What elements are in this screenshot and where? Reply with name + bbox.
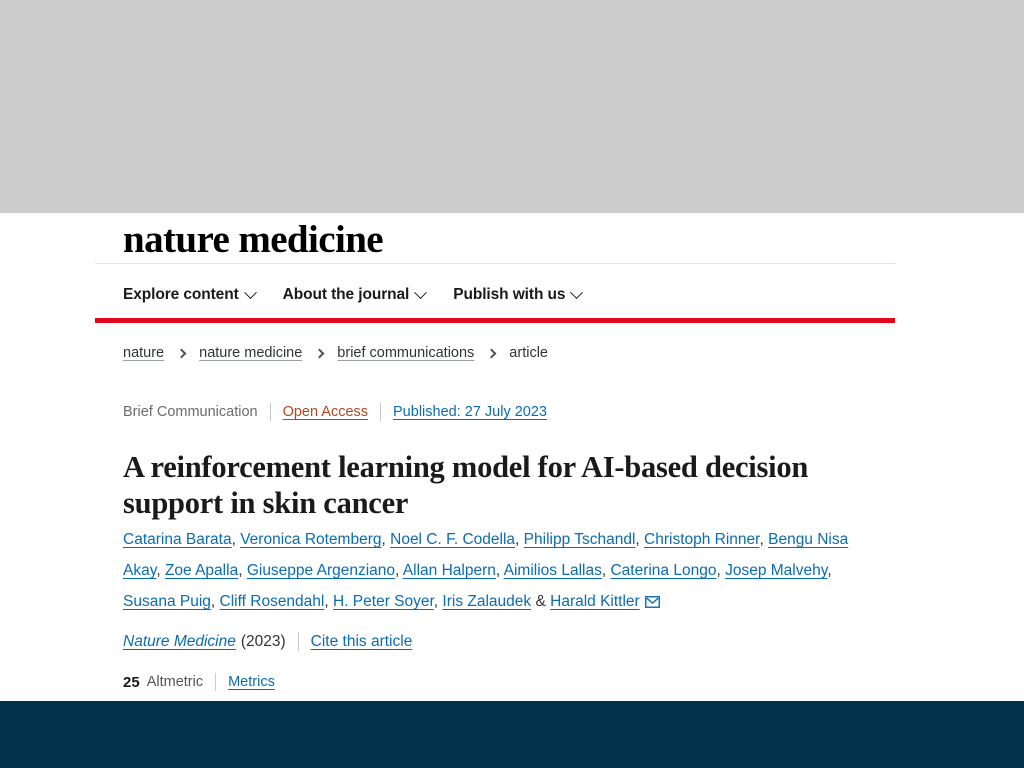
nav-item-label: Publish with us [453,286,566,303]
author-link[interactable]: Susana Puig [123,593,211,610]
author-link[interactable]: Giuseppe Argenziano [247,562,395,579]
meta-divider [269,403,271,421]
author-link[interactable]: Christoph Rinner [644,531,759,548]
author-link[interactable]: Iris Zalaudek [442,593,531,610]
author-link-corresponding[interactable]: Harald Kittler [550,593,640,610]
nav-item-label: About the journal [282,286,410,303]
breadcrumb-item-article: article [509,345,548,361]
cite-this-article-link[interactable]: Cite this article [311,633,413,651]
chevron-right-icon [176,348,187,358]
nav-item-publish-with-us[interactable]: Publish with us [453,285,584,304]
author-link[interactable]: Veronica Rotemberg [240,531,381,548]
altmetric-count: 25 [123,673,140,691]
chevron-down-icon [414,285,428,299]
page-footer-band [0,701,1024,768]
brand-accent-bar [95,318,895,323]
citation-row: Nature Medicine (2023) Cite this article [123,632,412,651]
chevron-down-icon [570,285,584,299]
article-page: nature medicine Explore content About th… [0,213,1024,701]
primary-navigation: Explore content About the journal Publis… [123,281,584,309]
author-link[interactable]: Aimilios Lallas [504,562,602,579]
citation-divider [297,632,299,651]
page-title: A reinforcement learning model for AI-ba… [123,450,809,521]
breadcrumb-item-nature[interactable]: nature [123,345,164,361]
masthead-divider [95,263,895,264]
author-link[interactable]: Josep Malvehy [725,562,827,579]
metrics-row: 25 Altmetric Metrics [123,673,275,691]
author-link[interactable]: Zoe Apalla [165,562,238,579]
chevron-down-icon [243,285,257,299]
chevron-right-icon [486,348,497,358]
author-link[interactable]: Allan Halpern [403,562,496,579]
browser-chrome-area [0,0,1024,213]
author-link[interactable]: Noel C. F. Codella [390,531,515,548]
breadcrumb: nature nature medicine brief communicati… [123,345,548,361]
altmetric-label: Altmetric [146,674,204,690]
metrics-link[interactable]: Metrics [228,674,275,690]
article-type-label: Brief Communication [123,404,258,420]
journal-logo[interactable]: nature medicine [123,218,895,262]
author-link[interactable]: Philipp Tschandl [524,531,636,548]
author-link[interactable]: Cliff Rosendahl [220,593,325,610]
published-date-link[interactable]: Published: 27 July 2023 [393,404,547,420]
meta-divider [380,403,382,421]
breadcrumb-item-nature-medicine[interactable]: nature medicine [199,345,302,361]
nav-item-explore-content[interactable]: Explore content [123,285,257,304]
citation-year: (2023) [240,632,286,650]
open-access-link[interactable]: Open Access [283,404,368,420]
nav-item-label: Explore content [123,286,239,303]
author-link[interactable]: Caterina Longo [610,562,716,579]
breadcrumb-item-brief-communications[interactable]: brief communications [337,345,474,361]
chevron-right-icon [314,348,325,358]
author-link[interactable]: H. Peter Soyer [333,593,434,610]
author-link[interactable]: Catarina Barata [123,531,232,548]
nav-item-about-the-journal[interactable]: About the journal [282,285,428,304]
authors-ampersand: & [535,593,546,610]
citation-journal-link[interactable]: Nature Medicine [123,633,236,651]
article-meta-row: Brief Communication Open Access Publishe… [123,403,547,421]
author-list: Catarina Barata, Veronica Rotemberg, Noe… [123,524,868,619]
envelope-icon[interactable] [644,588,660,619]
metrics-divider [215,673,217,691]
browser-viewport: nature medicine Explore content About th… [0,0,1024,768]
